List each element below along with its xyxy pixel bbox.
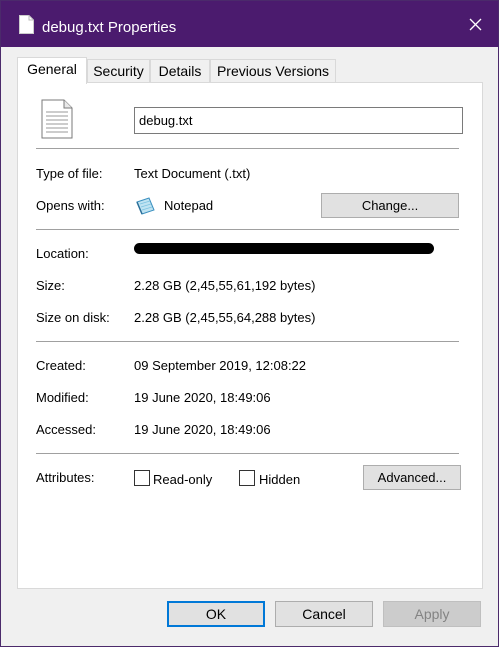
created-label: Created: [36, 358, 86, 373]
accessed-value: 19 June 2020, 18:49:06 [134, 422, 271, 437]
opens-with-label: Opens with: [36, 198, 105, 213]
file-name-input[interactable]: debug.txt [134, 107, 463, 134]
opens-with-value: Notepad [164, 198, 214, 213]
cancel-button[interactable]: Cancel [275, 601, 373, 627]
type-of-file-value: Text Document (.txt) [134, 166, 251, 181]
read-only-label[interactable]: Read-only [153, 472, 212, 487]
apply-button: Apply [383, 601, 481, 627]
separator [36, 229, 459, 230]
size-on-disk-value: 2.28 GB (2,45,55,64,288 bytes) [134, 310, 316, 325]
modified-label: Modified: [36, 390, 89, 405]
general-panel: debug.txt Type of file: Text Document (.… [17, 82, 483, 589]
properties-dialog: debug.txt Properties General Security De… [0, 0, 499, 647]
title-bar[interactable]: debug.txt Properties [1, 1, 498, 47]
tab-previous-versions[interactable]: Previous Versions [210, 59, 336, 83]
separator [36, 453, 459, 454]
tab-details[interactable]: Details [150, 59, 210, 83]
created-value: 09 September 2019, 12:08:22 [134, 358, 307, 373]
separator [36, 148, 459, 149]
text-file-icon [41, 99, 73, 139]
tab-security[interactable]: Security [87, 59, 150, 83]
ok-button[interactable]: OK [167, 601, 265, 627]
window-title: debug.txt Properties [42, 19, 177, 36]
size-label: Size: [36, 278, 65, 293]
location-redacted [134, 243, 434, 254]
accessed-label: Accessed: [36, 422, 96, 437]
size-value: 2.28 GB (2,45,55,61,192 bytes) [134, 278, 316, 293]
close-icon [469, 18, 481, 30]
document-icon [19, 15, 34, 34]
tab-general[interactable]: General [17, 57, 87, 84]
attributes-label: Attributes: [36, 470, 95, 485]
hidden-checkbox[interactable] [239, 470, 255, 486]
advanced-button[interactable]: Advanced... [363, 465, 461, 490]
notepad-icon [136, 197, 155, 215]
change-button[interactable]: Change... [321, 193, 459, 218]
close-button[interactable] [452, 1, 498, 47]
separator [36, 341, 459, 342]
read-only-checkbox[interactable] [134, 470, 150, 486]
type-of-file-label: Type of file: [36, 166, 103, 181]
location-label: Location: [36, 246, 89, 261]
modified-value: 19 June 2020, 18:49:06 [134, 390, 271, 405]
hidden-label[interactable]: Hidden [259, 472, 300, 487]
size-on-disk-label: Size on disk: [36, 310, 110, 325]
